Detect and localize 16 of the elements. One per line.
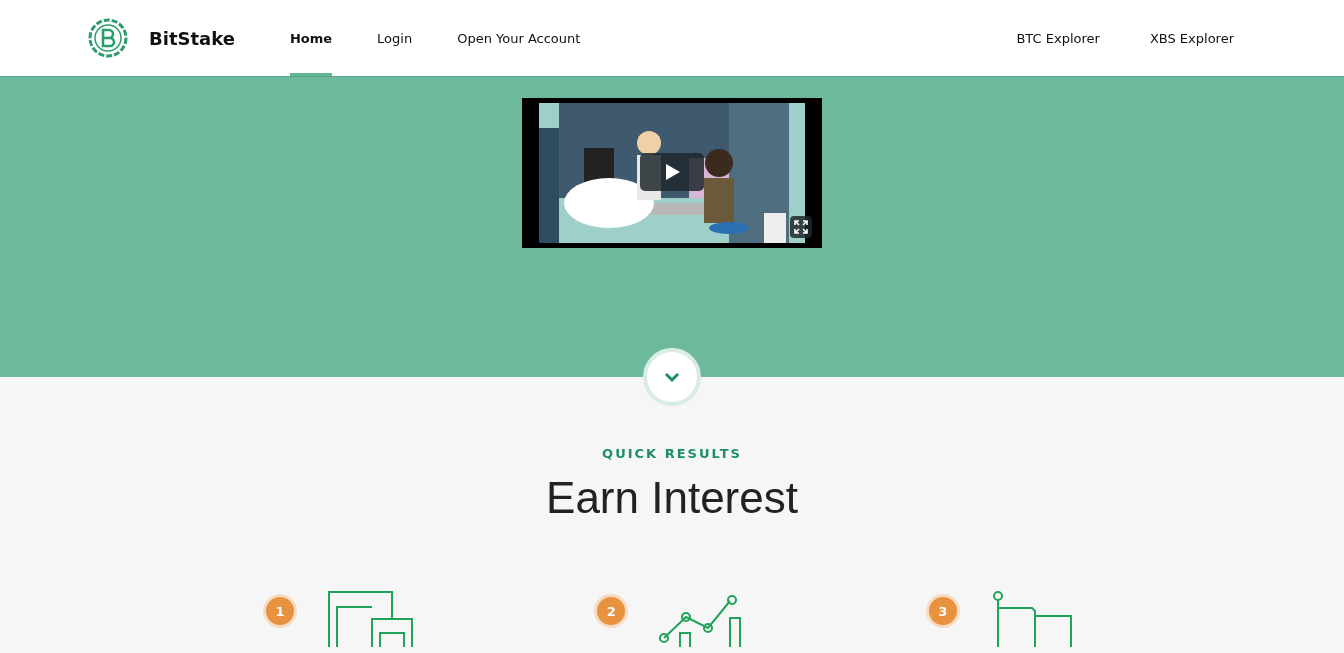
- nav-link[interactable]: Login: [377, 0, 413, 76]
- brand-name[interactable]: BitStake: [149, 27, 235, 49]
- play-button[interactable]: [640, 153, 704, 191]
- step-number: 1: [263, 594, 297, 628]
- video-player[interactable]: [522, 98, 822, 248]
- section-title: Earn Interest: [546, 473, 798, 523]
- fullscreen-button[interactable]: [790, 216, 812, 238]
- nav-link[interactable]: Open Your Account: [457, 0, 581, 76]
- step-number: 3: [925, 594, 960, 628]
- logo-icon: [87, 17, 129, 59]
- section-eyebrow: QUICK RESULTS: [602, 446, 742, 461]
- step-number: 2: [594, 594, 629, 628]
- chevron-down-icon: [663, 371, 681, 383]
- nav-link[interactable]: XBS Explorer: [1149, 0, 1234, 76]
- fullscreen-icon: [794, 220, 808, 234]
- nav-link[interactable]: BTC Explorer: [1016, 0, 1100, 76]
